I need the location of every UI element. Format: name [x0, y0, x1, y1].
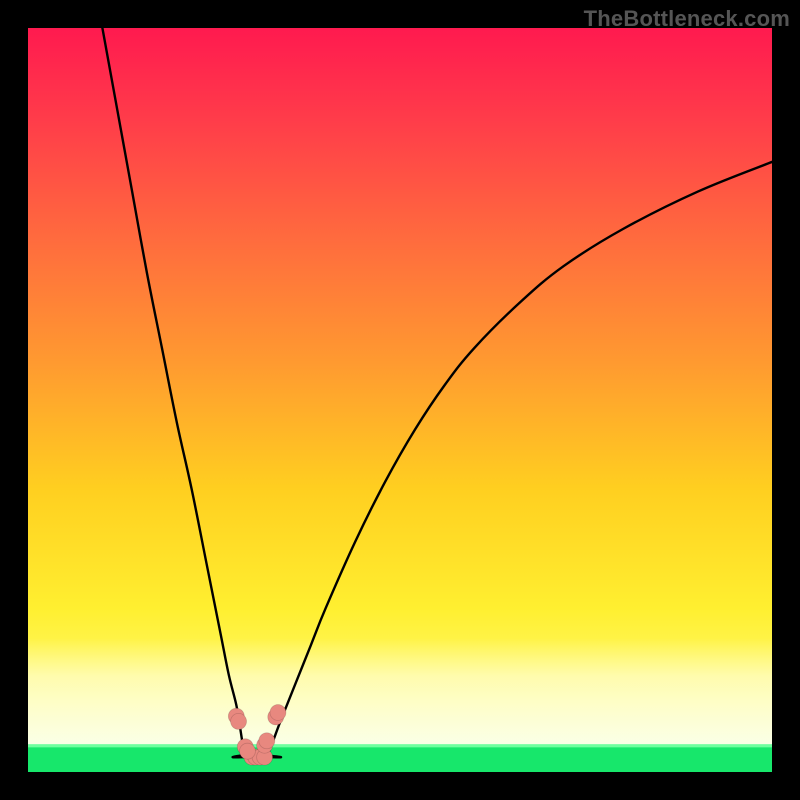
bottleneck-chart: [28, 28, 772, 772]
marker-right: [259, 733, 275, 749]
pale-band: [28, 638, 772, 746]
marker-right: [270, 704, 286, 720]
watermark-text: TheBottleneck.com: [584, 6, 790, 32]
chart-stage: TheBottleneck.com: [0, 0, 800, 800]
green-band: [28, 746, 772, 772]
marker-left: [239, 743, 255, 759]
marker-left: [231, 713, 247, 729]
green-band-edge: [28, 744, 772, 747]
